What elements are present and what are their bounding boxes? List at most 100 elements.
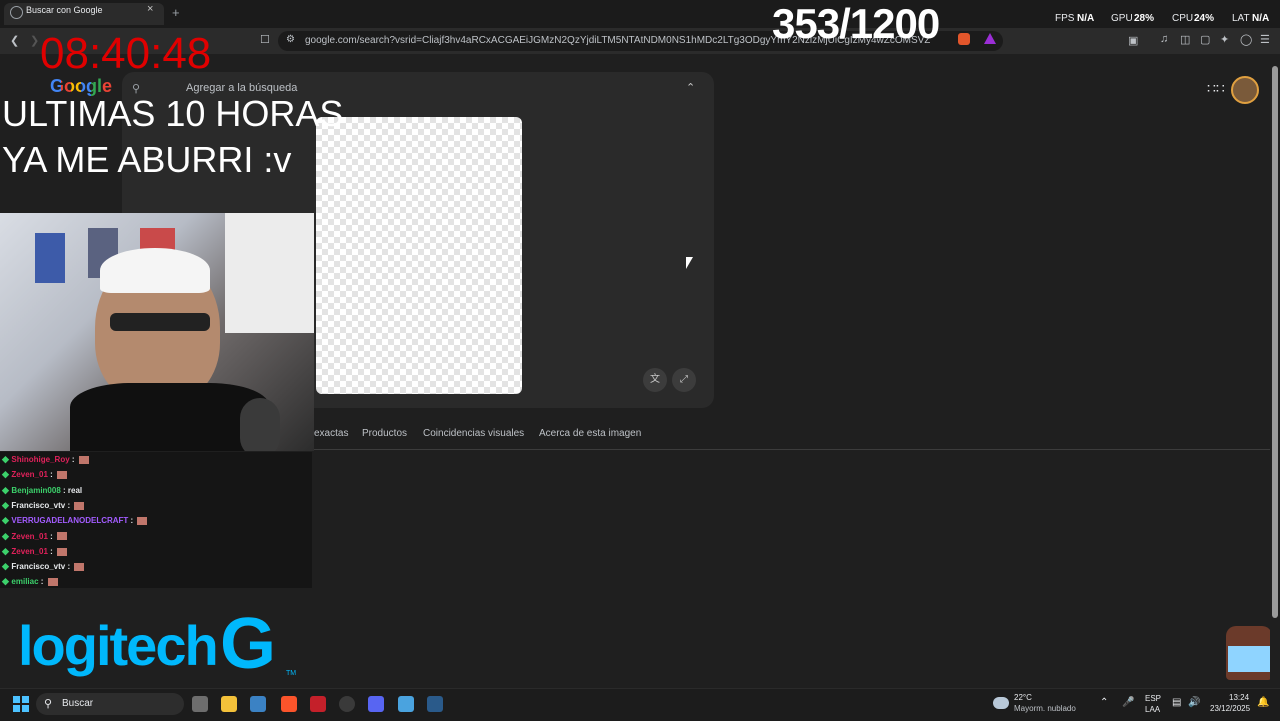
chat-username[interactable]: Shinohige_Roy bbox=[11, 455, 69, 464]
chat-separator: : bbox=[60, 485, 68, 495]
chat-username[interactable]: Zeven_01 bbox=[11, 532, 47, 541]
chat-message: ◆ Zeven_01 : bbox=[2, 546, 67, 557]
brave-shields-icon[interactable] bbox=[958, 33, 970, 45]
weather-description[interactable]: Mayorm. nublado bbox=[1014, 704, 1076, 713]
chat-badge-icon: ◆ bbox=[2, 454, 12, 464]
steam-icon[interactable] bbox=[427, 696, 443, 712]
chat-separator: : bbox=[69, 455, 77, 464]
search-icon: ⚲ bbox=[44, 698, 53, 710]
goal-counter: 353/1200 bbox=[772, 0, 940, 47]
tab-about-image[interactable]: Acerca de esta imagen bbox=[539, 428, 641, 439]
avatar[interactable] bbox=[1231, 76, 1259, 104]
chat-emote-icon bbox=[74, 501, 85, 510]
windows-start-icon[interactable] bbox=[13, 696, 29, 712]
notepad-icon[interactable] bbox=[398, 696, 414, 712]
translate-icon[interactable]: 文 bbox=[643, 368, 667, 392]
task-view-icon[interactable] bbox=[192, 696, 208, 712]
language-indicator[interactable]: ESP bbox=[1145, 694, 1161, 703]
menu-icon[interactable]: ☰ bbox=[1260, 33, 1270, 46]
chat-emote-icon bbox=[57, 547, 67, 556]
scrollbar-thumb[interactable] bbox=[1272, 66, 1278, 618]
chat-badge-icon: ◆ bbox=[2, 530, 12, 541]
gpu-value: 28% bbox=[1134, 13, 1155, 24]
gpu-label: GPU bbox=[1111, 13, 1133, 24]
stream-clock: 08:40:48 bbox=[40, 29, 212, 78]
tab-products[interactable]: Productos bbox=[362, 428, 407, 439]
obs-icon[interactable] bbox=[339, 696, 355, 712]
screenshot-icon[interactable]: ▣ bbox=[1128, 34, 1138, 47]
clock-date[interactable]: 23/12/2025 bbox=[1210, 704, 1250, 713]
weather-temp[interactable]: 22°C bbox=[1014, 693, 1032, 702]
volume-icon[interactable]: 🔊 bbox=[1188, 697, 1200, 708]
chat-username[interactable]: emiliac bbox=[11, 577, 38, 586]
chat-username[interactable]: Francisco_vtv bbox=[11, 501, 65, 510]
chat-badge-icon: ◆ bbox=[2, 576, 12, 587]
chevron-up-icon[interactable]: ⌃ bbox=[686, 81, 695, 94]
chat-separator: : bbox=[47, 470, 55, 480]
fps-value: N/A bbox=[1077, 13, 1095, 24]
chat-message: ◆ Francisco_vtv : bbox=[2, 561, 85, 572]
trademark-label: TM bbox=[286, 670, 297, 677]
discord-icon[interactable] bbox=[368, 696, 384, 712]
tab-close-button[interactable]: × bbox=[147, 3, 153, 15]
app-icon[interactable] bbox=[310, 696, 326, 712]
new-tab-button[interactable]: + bbox=[172, 5, 180, 20]
tab-exact-matches[interactable]: exactas bbox=[314, 428, 348, 439]
chat-badge-icon: ◆ bbox=[2, 484, 12, 495]
latency-label: LAT bbox=[1232, 13, 1250, 24]
chat-message: ◆ VERRUGADELANODELCRAFT : bbox=[2, 515, 148, 526]
keyboard-layout[interactable]: LAA bbox=[1145, 705, 1160, 714]
chat-message: ◆ Zeven_01 : bbox=[2, 531, 67, 542]
store-icon[interactable] bbox=[250, 696, 266, 712]
expand-icon[interactable]: ⤢ bbox=[672, 368, 696, 392]
chat-emote-icon bbox=[78, 455, 89, 464]
vpn-shield-icon[interactable]: ◯ bbox=[1240, 33, 1252, 46]
google-tab-icon bbox=[10, 6, 23, 19]
wallet-icon[interactable]: ▢ bbox=[1200, 33, 1210, 46]
chat-separator: : bbox=[47, 546, 55, 556]
forward-icon[interactable]: ❯ bbox=[30, 34, 39, 47]
brave-browser-icon[interactable] bbox=[281, 696, 297, 712]
chat-separator: : bbox=[38, 577, 46, 587]
chat-username[interactable]: VERRUGADELANODELCRAFT bbox=[11, 516, 128, 525]
chat-emote-icon bbox=[74, 562, 85, 571]
clock-time[interactable]: 13:24 bbox=[1229, 693, 1249, 702]
media-icon[interactable]: ♫ bbox=[1160, 33, 1168, 45]
fps-label: FPS bbox=[1055, 13, 1075, 24]
weather-icon[interactable] bbox=[993, 697, 1009, 709]
chat-username[interactable]: Benjamin008 bbox=[11, 486, 60, 495]
brave-rewards-icon[interactable] bbox=[984, 33, 996, 44]
overlay-title-line2: YA ME ABURRI :v bbox=[2, 139, 292, 180]
pixel-mascot-body bbox=[1228, 646, 1270, 672]
sidebar-icon[interactable]: ◫ bbox=[1180, 33, 1190, 46]
chat-emote-icon bbox=[57, 532, 67, 541]
chat-message: ◆ emiliac : bbox=[2, 576, 58, 587]
taskbar-search[interactable] bbox=[36, 693, 184, 715]
tab-visual-matches[interactable]: Coincidencias visuales bbox=[423, 428, 524, 439]
logitech-g-logo: G bbox=[220, 604, 277, 684]
chat-emote-icon bbox=[47, 578, 58, 587]
network-icon[interactable]: ▤ bbox=[1172, 697, 1181, 708]
chat-username[interactable]: Zeven_01 bbox=[11, 470, 47, 479]
bookmark-icon[interactable]: ☐ bbox=[260, 33, 270, 46]
chat-username[interactable]: Zeven_01 bbox=[11, 547, 47, 556]
chat-username[interactable]: Francisco_vtv bbox=[11, 562, 65, 571]
chat-badge-icon: ◆ bbox=[2, 469, 12, 480]
chat-separator: : bbox=[65, 500, 73, 510]
back-icon[interactable]: ❮ bbox=[10, 34, 19, 47]
chat-message: ◆ Benjamin008 : real bbox=[2, 485, 82, 496]
leo-ai-icon[interactable]: ✦ bbox=[1220, 33, 1229, 46]
chat-badge-icon: ◆ bbox=[2, 515, 12, 526]
chat-badge-icon: ◆ bbox=[2, 561, 12, 572]
chevron-up-icon[interactable]: ⌃ bbox=[1100, 697, 1108, 708]
google-apps-icon[interactable]: ∷∷ bbox=[1207, 80, 1225, 97]
file-explorer-icon[interactable] bbox=[221, 696, 237, 712]
image-preview[interactable] bbox=[316, 117, 522, 394]
latency-value: N/A bbox=[1252, 13, 1270, 24]
chat-separator: : bbox=[128, 516, 136, 526]
site-info-icon[interactable]: ⚙ bbox=[286, 34, 295, 45]
microphone-icon[interactable]: 🎤 bbox=[1122, 697, 1134, 708]
notifications-icon[interactable]: 🔔 bbox=[1257, 697, 1269, 708]
chat-separator: : bbox=[47, 531, 55, 541]
mouse-cursor-icon bbox=[686, 257, 693, 269]
